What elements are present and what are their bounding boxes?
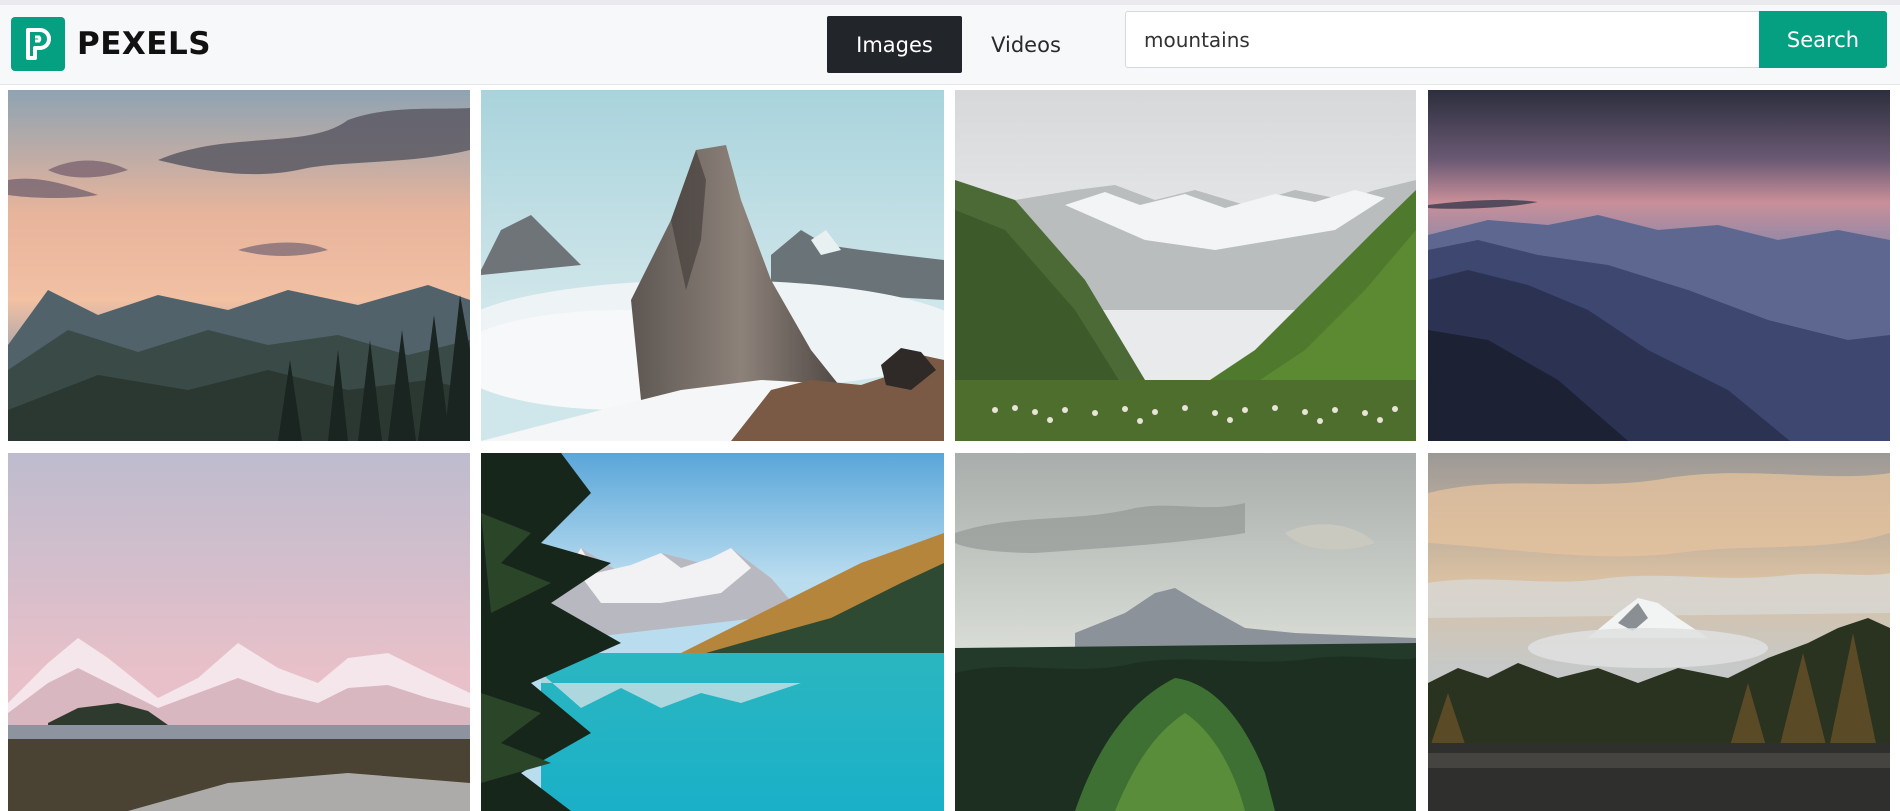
tab-images[interactable]: Images (827, 16, 962, 73)
pexels-logo-icon (11, 17, 65, 71)
sunset-hills-image (8, 90, 470, 441)
cloudy-peak-lake-image (1428, 453, 1890, 811)
photo-thumbnail[interactable] (1428, 90, 1890, 441)
photo-thumbnail[interactable] (8, 453, 470, 811)
search-input[interactable] (1125, 11, 1759, 68)
photo-thumbnail[interactable] (955, 453, 1416, 811)
turquoise-lake-image (481, 453, 944, 811)
photo-thumbnail[interactable] (8, 90, 470, 441)
brand-logo[interactable]: PEXELS (11, 16, 211, 72)
green-valley-image (955, 90, 1416, 441)
photo-thumbnail[interactable] (955, 90, 1416, 441)
photo-thumbnail[interactable] (481, 453, 944, 811)
search-button[interactable]: Search (1759, 11, 1887, 68)
photo-thumbnail[interactable] (1428, 453, 1890, 811)
brand-name: PEXELS (77, 26, 212, 62)
dusk-mountains-image (1428, 90, 1890, 441)
pink-volcanoes-image (8, 453, 470, 811)
photo-thumbnail[interactable] (481, 90, 944, 441)
rocky-peak-image (481, 90, 944, 441)
distant-volcano-image (955, 453, 1416, 811)
tab-videos[interactable]: Videos (962, 16, 1090, 73)
